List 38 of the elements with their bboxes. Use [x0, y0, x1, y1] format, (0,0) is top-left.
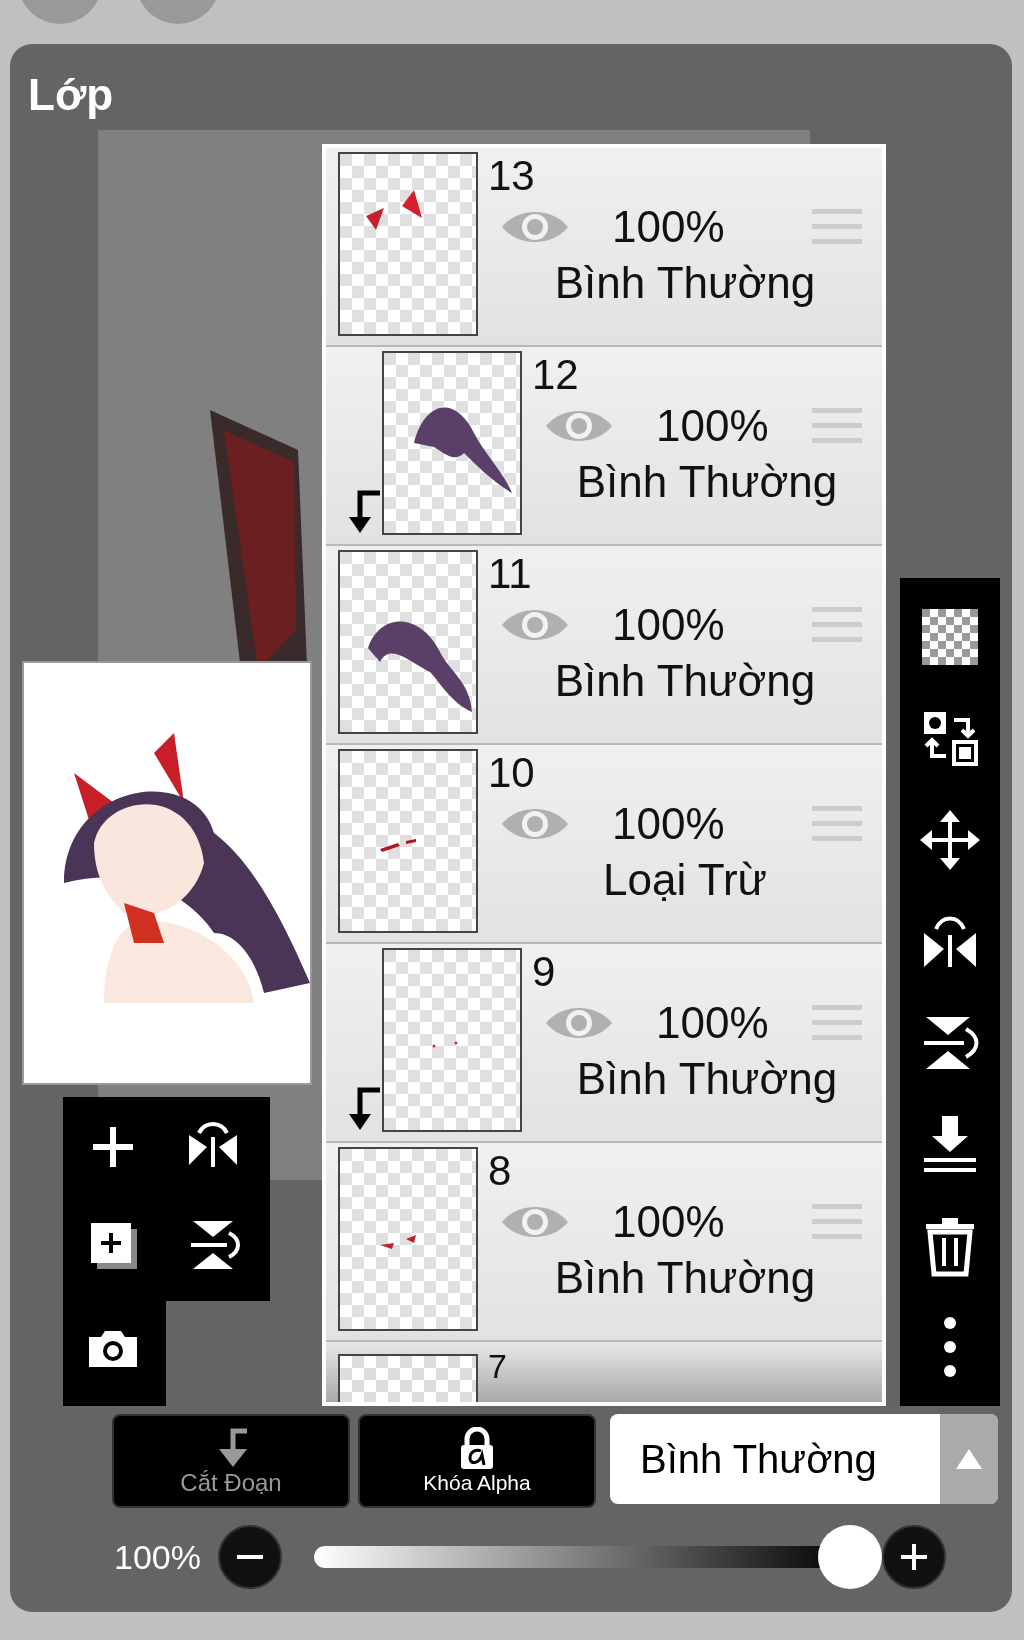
- minus-icon: [237, 1555, 263, 1559]
- caret-up-icon: [954, 1447, 984, 1471]
- blend-mode-dropdown[interactable]: Bình Thường: [610, 1414, 998, 1504]
- layer-opacity: 100%: [612, 799, 725, 849]
- panel-title: Lớp: [27, 69, 114, 121]
- layer-opacity: 100%: [612, 202, 725, 252]
- layer-number: 10: [488, 749, 535, 797]
- alpha-lock-button[interactable]: Khóa Alpha: [358, 1414, 596, 1508]
- layer-number: 13: [488, 152, 535, 200]
- blend-mode: Loại Trừ: [603, 855, 767, 905]
- layer-row[interactable]: 9 100% Bình Thường: [326, 944, 882, 1143]
- blend-mode: Bình Thường: [554, 656, 816, 706]
- layer-number: 9: [532, 948, 556, 996]
- blend-mode: Bình Thường: [554, 1253, 816, 1303]
- blend-mode: Bình Thường: [576, 457, 838, 507]
- blend-mode: Bình Thường: [576, 1054, 838, 1104]
- layer-opacity: 100%: [612, 600, 725, 650]
- drag-handle-icon[interactable]: [812, 1003, 862, 1043]
- drag-handle-icon[interactable]: [812, 605, 862, 645]
- layer-number: 7: [488, 1350, 507, 1382]
- layer-row[interactable]: 8 100% Bình Thường: [326, 1143, 882, 1342]
- layer-number: 12: [532, 351, 579, 399]
- drag-handle-icon[interactable]: [812, 1202, 862, 1242]
- layer-row[interactable]: 10 100% Loại Trừ: [326, 745, 882, 944]
- layer-opacity: 100%: [656, 998, 769, 1048]
- plus-icon: [899, 1542, 929, 1572]
- layer-opacity: 100%: [612, 1197, 725, 1247]
- layer-number: 8: [488, 1147, 512, 1195]
- layer-number: 11: [488, 550, 532, 598]
- opacity-reading: 100%: [114, 1537, 202, 1577]
- drag-handle-icon[interactable]: [812, 804, 862, 844]
- layer-row[interactable]: 11 100% Bình Thường: [326, 546, 882, 745]
- drag-handle-icon[interactable]: [812, 406, 862, 446]
- drag-handle-icon[interactable]: [812, 207, 862, 247]
- layer-row[interactable]: 13 100% Bình Thường: [326, 148, 882, 347]
- layer-opacity: 100%: [656, 401, 769, 451]
- layer-row[interactable]: 12 100% Bình Thường: [326, 347, 882, 546]
- blend-mode: Bình Thường: [554, 258, 816, 308]
